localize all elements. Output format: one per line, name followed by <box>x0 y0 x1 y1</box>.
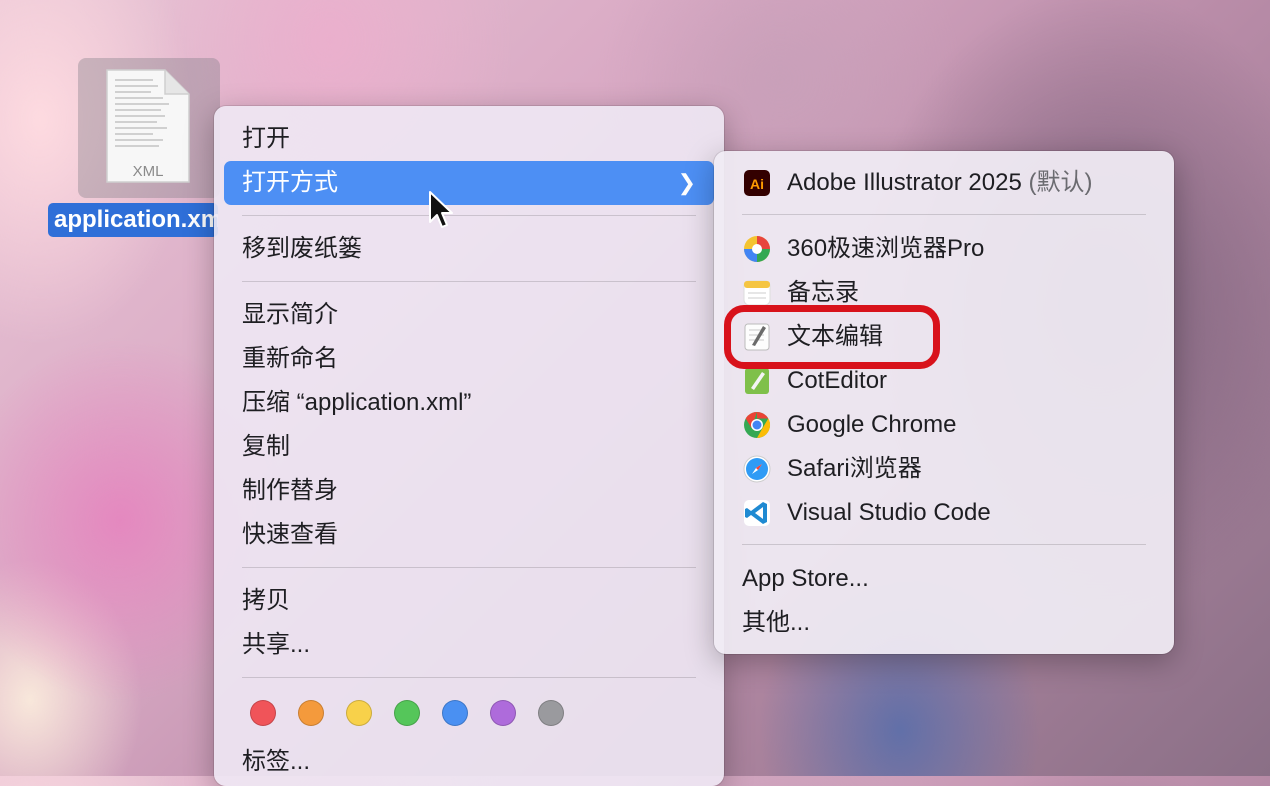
menu-item-compress[interactable]: 压缩 “application.xml” <box>224 381 714 425</box>
app-item-chrome[interactable]: Google Chrome <box>742 403 1162 447</box>
menu-separator <box>742 214 1146 215</box>
app-item-safari[interactable]: Safari浏览器 <box>742 447 1162 491</box>
chevron-right-icon: ❯ <box>677 170 696 195</box>
highlight-outline <box>724 305 940 369</box>
notes-icon <box>743 280 771 306</box>
coteditor-icon <box>745 368 769 394</box>
tag-purple[interactable] <box>490 700 516 726</box>
menu-item-open-with-label: 打开方式 <box>242 169 338 196</box>
menu-item-open[interactable]: 打开 <box>224 117 714 161</box>
menu-separator <box>242 567 696 568</box>
menu-item-rename[interactable]: 重新命名 <box>224 337 714 381</box>
file-type-badge: XML <box>133 163 164 180</box>
menu-item-quick-look[interactable]: 快速查看 <box>224 513 714 557</box>
safari-icon <box>743 455 771 483</box>
menu-item-share[interactable]: 共享... <box>224 623 714 667</box>
mouse-pointer-icon <box>429 191 453 228</box>
tag-blue[interactable] <box>442 700 468 726</box>
app-item-vscode[interactable]: Visual Studio Code <box>742 491 1162 535</box>
chrome-icon <box>744 411 771 439</box>
vscode-icon <box>744 500 770 526</box>
app-label: Google Chrome <box>787 411 957 438</box>
menu-item-move-to-trash[interactable]: 移到废纸篓 <box>224 227 714 271</box>
menu-separator <box>242 281 696 282</box>
menu-separator <box>742 544 1146 545</box>
menu-separator <box>242 215 696 216</box>
menu-item-copy[interactable]: 拷贝 <box>224 579 714 623</box>
file-name-label[interactable]: application.xml <box>48 203 218 237</box>
illustrator-icon: Ai <box>744 170 770 196</box>
tag-yellow[interactable] <box>346 700 372 726</box>
menu-item-make-alias[interactable]: 制作替身 <box>224 469 714 513</box>
tag-gray[interactable] <box>538 700 564 726</box>
app-label: Safari浏览器 <box>787 455 922 482</box>
menu-item-duplicate[interactable]: 复制 <box>224 425 714 469</box>
xml-file-icon[interactable]: XML <box>103 68 193 186</box>
default-suffix: (默认) <box>1028 169 1093 196</box>
menu-item-app-store[interactable]: App Store... <box>742 557 1162 601</box>
menu-item-open-with[interactable]: 打开方式 ❯ <box>224 161 714 205</box>
menu-separator <box>242 677 696 678</box>
svg-text:Ai: Ai <box>750 176 764 192</box>
tag-green[interactable] <box>394 700 420 726</box>
menu-item-get-info[interactable]: 显示简介 <box>224 293 714 337</box>
app-item-illustrator[interactable]: Ai Adobe Illustrator 2025 (默认) <box>742 161 1162 205</box>
open-with-submenu: Ai Adobe Illustrator 2025 (默认) 360极速浏览器P… <box>714 151 1174 654</box>
context-menu: 打开 打开方式 ❯ 移到废纸篓 显示简介 重新命名 压缩 “applicatio… <box>214 106 724 786</box>
tag-orange[interactable] <box>298 700 324 726</box>
360-browser-icon <box>744 236 770 262</box>
menu-item-tags[interactable]: 标签... <box>224 740 714 784</box>
app-label: Visual Studio Code <box>787 499 991 526</box>
app-item-360-browser[interactable]: 360极速浏览器Pro <box>742 227 1162 271</box>
app-label: Adobe Illustrator 2025 <box>787 169 1022 196</box>
app-label: 360极速浏览器Pro <box>787 235 985 262</box>
menu-item-other[interactable]: 其他... <box>742 601 1162 645</box>
tag-red[interactable] <box>250 700 276 726</box>
